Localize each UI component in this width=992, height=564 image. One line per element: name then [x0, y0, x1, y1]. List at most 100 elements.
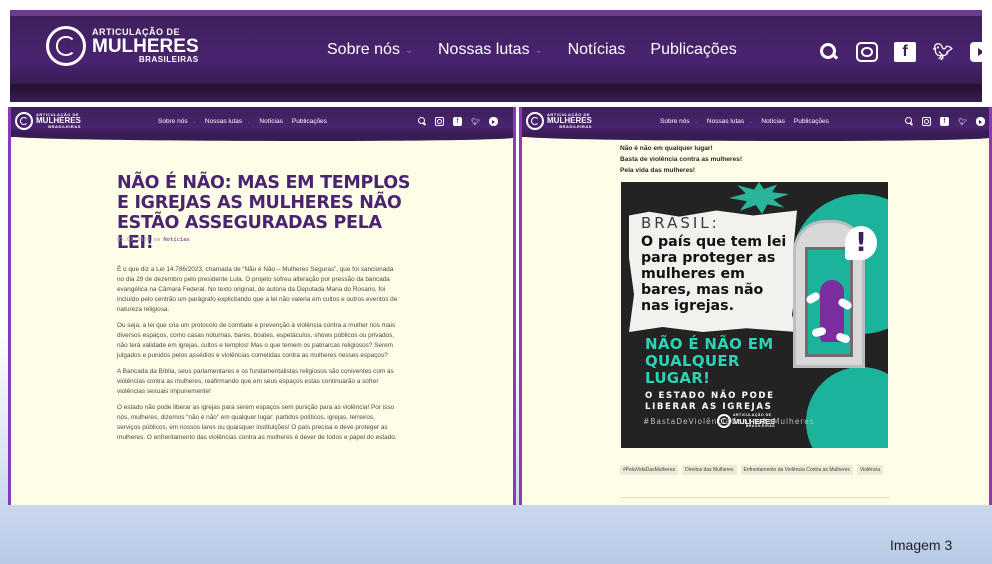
logo-line-3: BRASILEIRAS	[48, 124, 81, 129]
chevron-down-icon: ⌄	[247, 119, 251, 124]
nav-item-nossas-lutas[interactable]: Nossas lutas ⌄	[707, 118, 752, 125]
logo-spiral-icon	[526, 112, 544, 130]
youtube-icon[interactable]	[970, 42, 982, 62]
campaign-poster: BRASIL: O país que tem lei para proteger…	[621, 182, 888, 448]
nav-label: Sobre nós	[327, 41, 400, 58]
logo-spiral-icon	[15, 112, 33, 130]
article-date-sep: em	[153, 237, 161, 243]
article-category-link[interactable]: Notícias	[163, 237, 190, 243]
site-logo[interactable]: ARTICULAÇÃO DE MULHERES BRASILEIRAS	[526, 112, 592, 130]
nav-label: Nossas lutas	[706, 118, 745, 125]
twitter-icon[interactable]: 🐦︎	[958, 117, 967, 126]
article-date: 05.01.2024	[117, 237, 151, 243]
search-icon[interactable]	[904, 117, 913, 126]
header-icons: f 🐦︎	[904, 117, 985, 126]
logo-spiral-icon	[717, 414, 731, 429]
poster-kicker: BRASIL:	[641, 214, 720, 232]
article-body: É o que diz a Lei 14.786/2023, chamada d…	[117, 265, 399, 449]
logo-line-3: BRASILEIRAS	[138, 55, 199, 64]
nav-label: Notícias	[761, 118, 785, 125]
article-paragraph: É o que diz a Lei 14.786/2023, chamada d…	[117, 266, 398, 313]
nav-item-publicacoes[interactable]: Publicações	[794, 118, 829, 125]
window-pane	[804, 247, 854, 357]
nav-label: Sobre nós	[660, 118, 690, 125]
nav-label: Publicações	[650, 41, 737, 58]
article-paragraph: A Bancada da Bíblia, seus parlamentares …	[117, 368, 394, 395]
youtube-icon[interactable]	[976, 117, 985, 126]
facebook-icon[interactable]: f	[940, 117, 949, 126]
closing-line: Basta de violência contra as mulheres!	[620, 156, 743, 163]
chevron-down-icon: ⌄	[749, 119, 753, 124]
site-header: ARTICULAÇÃO DE MULHERES BRASILEIRAS Sobr…	[10, 10, 982, 102]
poster-headline: O país que tem lei para proteger as mulh…	[641, 234, 787, 314]
nav-item-nossas-lutas[interactable]: Nossas lutas ⌄	[205, 118, 250, 125]
twitter-icon[interactable]: 🐦︎	[471, 117, 480, 126]
header-icons: f 🐦︎	[818, 42, 982, 62]
mini-site-header: ARTICULAÇÃO DE MULHERES BRASILEIRAS Sobr…	[522, 107, 989, 141]
facebook-icon[interactable]: f	[453, 117, 462, 126]
twitter-icon[interactable]: 🐦︎	[932, 42, 954, 62]
closing-line: Não é não em qualquer lugar!	[620, 145, 713, 152]
chevron-down-icon: ⌄	[694, 119, 698, 124]
main-nav: Sobre nós ⌄ Nossas lutas ⌄ Notícias Publ…	[327, 41, 737, 59]
tag-link[interactable]: Enfrentamento da Violência Contra as Mul…	[740, 465, 853, 475]
logo-line-2: MULHERES	[92, 36, 199, 57]
poster-teal-circle-bottom	[806, 367, 888, 448]
tag-link[interactable]: Violência	[856, 465, 884, 475]
article-screenshot-right: ARTICULAÇÃO DE MULHERES BRASILEIRAS Sobr…	[519, 107, 992, 505]
chevron-down-icon: ⌄	[534, 44, 543, 56]
instagram-icon[interactable]	[435, 117, 444, 126]
main-nav: Sobre nós ⌄ Nossas lutas ⌄ Notícias Public…	[158, 118, 327, 125]
nav-item-publicacoes[interactable]: Publicações	[292, 118, 327, 125]
search-icon[interactable]	[417, 117, 426, 126]
article-tags: #PelaVidaDasMulheres Direitos das Mulher…	[620, 465, 890, 475]
header-brush-edge	[522, 133, 989, 141]
divider	[620, 497, 890, 498]
search-icon[interactable]	[818, 42, 840, 62]
article-meta: 05.01.2024 em Notícias	[117, 237, 190, 243]
logo-line-3: BRASILEIRAS	[559, 124, 592, 129]
nav-item-publicacoes[interactable]: Publicações	[650, 41, 736, 59]
tag-link[interactable]: Direitos das Mulheres	[682, 465, 737, 475]
facebook-icon[interactable]: f	[894, 42, 916, 62]
main-nav: Sobre nós ⌄ Nossas lutas ⌄ Notícias Public…	[660, 118, 829, 125]
chevron-down-icon: ⌄	[404, 44, 413, 56]
grabbing-hand	[835, 331, 851, 345]
article-screenshot-left: ARTICULAÇÃO DE MULHERES BRASILEIRAS Sobr…	[8, 107, 516, 505]
logo-text: ARTICULAÇÃO DE MULHERES BRASILEIRAS	[733, 413, 776, 429]
nav-label: Publicações	[291, 118, 327, 125]
nav-label: Sobre nós	[158, 118, 188, 125]
nav-label: Nossas lutas	[437, 41, 530, 58]
site-logo[interactable]: ARTICULAÇÃO DE MULHERES BRASILEIRAS	[46, 26, 199, 66]
article-paragraph: O estado não pode liberar as igrejas par…	[117, 404, 397, 441]
youtube-icon[interactable]	[489, 117, 498, 126]
nav-item-sobre-nos[interactable]: Sobre nós ⌄	[327, 41, 413, 59]
logo-line-3: BRASILEIRAS	[745, 424, 776, 428]
header-icons: f 🐦︎	[417, 117, 498, 126]
poster-subslogan: O ESTADO NÃO PODE LIBERAR AS IGREJAS	[645, 391, 775, 412]
instagram-icon[interactable]	[922, 117, 931, 126]
nav-item-nossas-lutas[interactable]: Nossas lutas ⌄	[438, 41, 543, 59]
tag-link[interactable]: #PelaVidaDasMulheres	[620, 465, 679, 475]
nav-label: Nossas lutas	[204, 118, 243, 125]
instagram-icon[interactable]	[856, 42, 878, 62]
nav-label: Publicações	[793, 118, 829, 125]
header-brush-edge	[10, 84, 982, 102]
slide-caption: Imagem 3	[890, 537, 953, 553]
nav-item-sobre-nos[interactable]: Sobre nós ⌄	[660, 118, 698, 125]
nav-label: Notícias	[259, 118, 283, 125]
nav-item-noticias[interactable]: Notícias	[259, 118, 282, 125]
exclamation-bubble-icon: !	[845, 226, 877, 260]
mini-site-header: ARTICULAÇÃO DE MULHERES BRASILEIRAS Sobr…	[11, 107, 513, 141]
nav-item-noticias[interactable]: Notícias	[568, 41, 626, 59]
logo-spiral-icon	[46, 26, 86, 66]
logo-text: ARTICULAÇÃO DE MULHERES BRASILEIRAS	[547, 113, 592, 129]
chevron-down-icon: ⌄	[192, 119, 196, 124]
logo-text: ARTICULAÇÃO DE MULHERES BRASILEIRAS	[92, 28, 199, 64]
logo-text: ARTICULAÇÃO DE MULHERES BRASILEIRAS	[36, 113, 81, 129]
site-logo[interactable]: ARTICULAÇÃO DE MULHERES BRASILEIRAS	[15, 112, 81, 130]
nav-item-sobre-nos[interactable]: Sobre nós ⌄	[158, 118, 196, 125]
grabbing-hand	[804, 291, 822, 305]
poster-starburst	[729, 182, 789, 214]
nav-item-noticias[interactable]: Notícias	[761, 118, 784, 125]
